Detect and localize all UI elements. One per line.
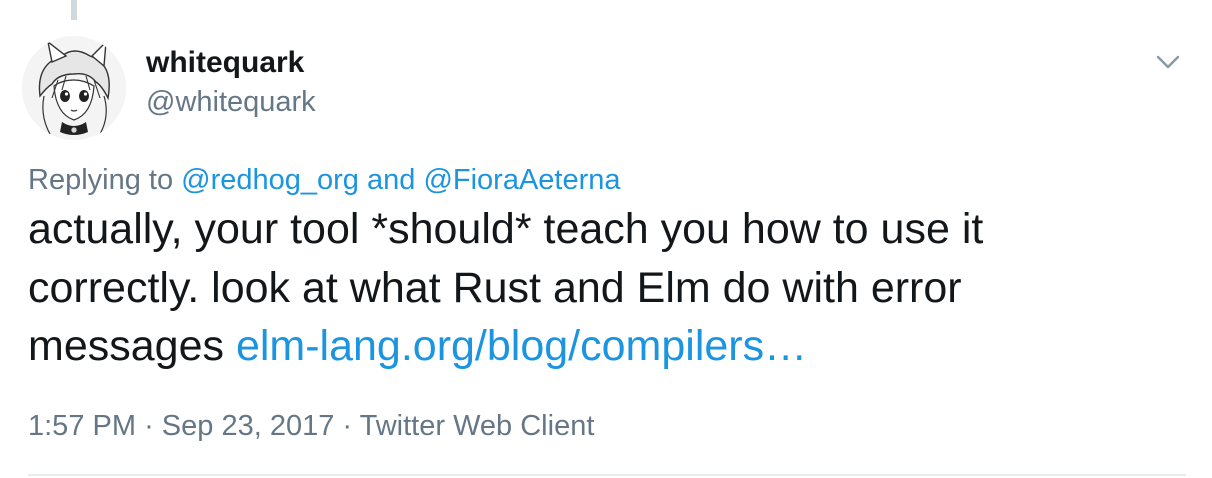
mention-redhog-org[interactable]: @redhog_org [181,164,359,196]
chevron-down-glyph [1156,55,1180,69]
avatar[interactable] [22,36,126,140]
tweet-text: actually, your tool *should* teach you h… [28,200,1178,376]
tweet-meta: 1:57 PM · Sep 23, 2017 · Twitter Web Cli… [28,410,594,443]
avatar-illustration [22,36,126,140]
tweet-client[interactable]: Twitter Web Client [360,410,595,442]
divider [28,474,1186,476]
tweet-link[interactable]: elm-lang.org/blog/compilers… [236,322,807,370]
meta-separator: · [342,410,353,442]
tweet-text-fragment: messages [28,322,224,370]
meta-separator: · [144,410,154,442]
chevron-down-icon[interactable] [1150,44,1186,80]
replying-to-label: Replying to [28,164,174,196]
author-display-name[interactable]: whitequark [146,46,304,80]
thread-connector-line [71,0,77,20]
tweet-time[interactable]: 1:57 PM [28,410,136,442]
tweet-text-line: correctly. look at what Rust and Elm do … [28,263,962,312]
replying-to-line: Replying to @redhog_org and @FioraAetern… [28,164,621,197]
tweet-text-line: actually, your tool *should* teach you h… [28,205,984,253]
tweet-text-line-with-link: messages elm-lang.org/blog/compilers… [28,317,1178,376]
replying-conjunction[interactable]: and [367,164,415,196]
author-handle[interactable]: @whitequark [146,86,316,119]
mention-fiora-aeterna[interactable]: @FioraAeterna [423,164,620,196]
tweet-date[interactable]: Sep 23, 2017 [162,410,335,442]
